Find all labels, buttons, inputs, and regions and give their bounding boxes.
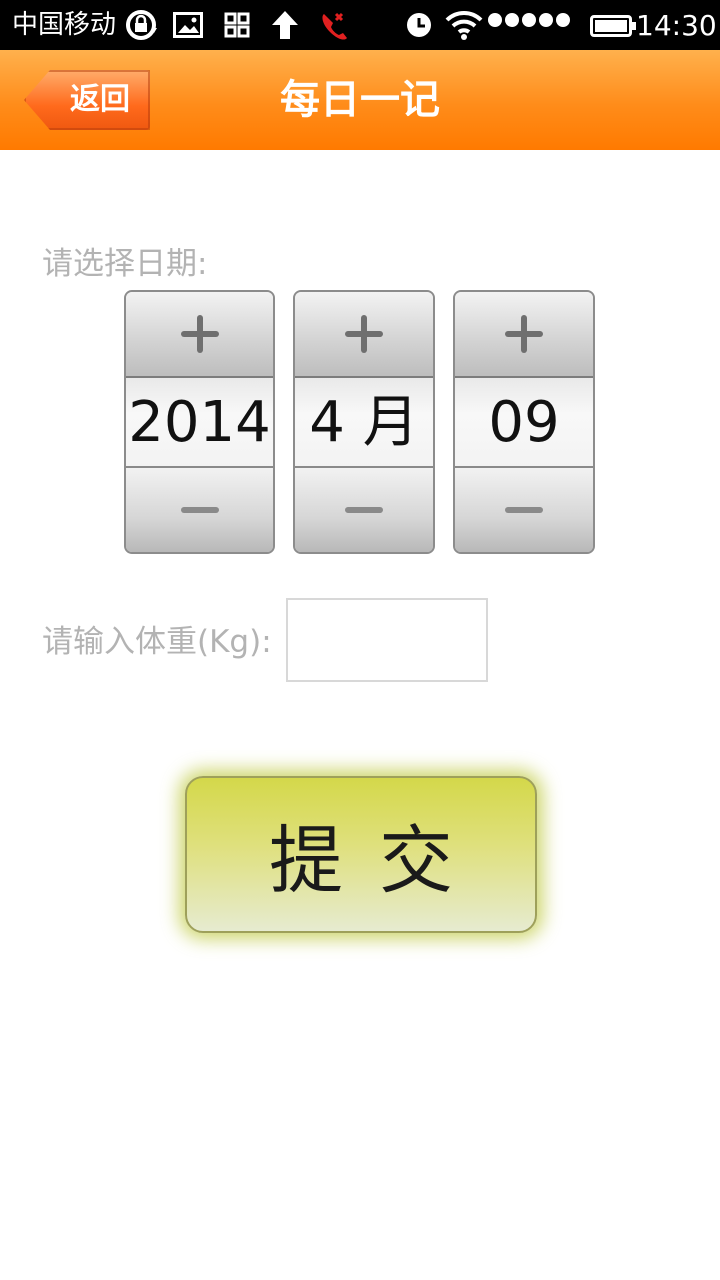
back-button[interactable]: 返回: [24, 70, 150, 130]
signal-dots-icon: [488, 13, 570, 27]
wifi-icon: [444, 8, 484, 42]
month-decrement-button[interactable]: [295, 466, 433, 552]
alarm-clock-icon: [404, 8, 434, 42]
year-decrement-button[interactable]: [126, 466, 273, 552]
minus-icon: [505, 507, 543, 513]
upload-arrow-icon: [268, 8, 302, 42]
submit-button[interactable]: 提交: [185, 776, 537, 933]
month-increment-button[interactable]: [295, 292, 433, 378]
year-increment-button[interactable]: [126, 292, 273, 378]
plus-icon: [180, 315, 219, 353]
image-icon: [172, 8, 204, 42]
day-increment-button[interactable]: [455, 292, 593, 378]
battery-charging-icon: [590, 15, 636, 37]
minus-icon: [345, 507, 383, 513]
month-value: 4 月: [295, 378, 433, 468]
back-button-label: 返回: [70, 82, 130, 117]
minus-icon: [180, 507, 219, 513]
day-picker: 09: [453, 290, 595, 554]
missed-call-icon: [316, 8, 350, 42]
day-decrement-button[interactable]: [455, 466, 593, 552]
year-picker: 2014: [124, 290, 275, 554]
plus-icon: [505, 315, 543, 353]
month-picker: 4 月: [293, 290, 435, 554]
weight-label: 请输入体重(Kg):: [42, 624, 272, 660]
apps-icon: [222, 8, 252, 42]
weight-input[interactable]: [286, 598, 488, 682]
year-value: 2014: [126, 378, 273, 468]
submit-button-label: 提交: [269, 818, 489, 904]
carrier-name: 中国移动: [12, 10, 117, 40]
clock-time: 14:30: [636, 9, 717, 42]
rotation-lock-icon: [122, 8, 160, 42]
status-bar: 中国移动 14:30: [0, 0, 720, 50]
plus-icon: [345, 315, 383, 353]
day-value: 09: [455, 378, 593, 468]
title-bar: 每日一记 返回: [0, 50, 720, 150]
date-label: 请选择日期:: [42, 246, 208, 282]
